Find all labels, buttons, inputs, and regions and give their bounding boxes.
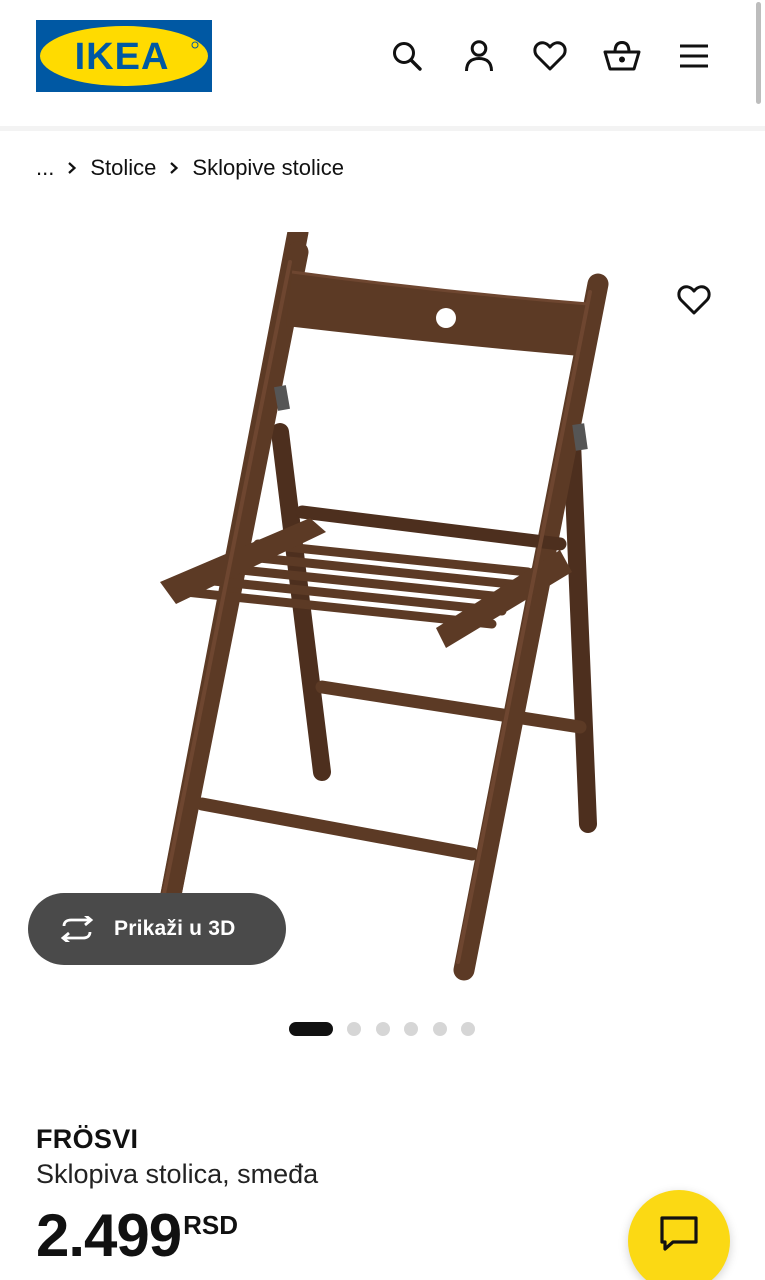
chat-button[interactable] [628,1190,730,1280]
account-icon[interactable] [459,36,499,76]
carousel-dot[interactable] [461,1022,475,1036]
price-amount: 2.499 [36,1202,182,1269]
rotate-3d-icon [58,914,98,944]
breadcrumb-ellipsis[interactable]: ... [36,155,54,181]
view-in-3d-label: Prikaži u 3D [114,917,236,940]
search-icon[interactable] [387,36,427,76]
price-currency: RSD [183,1210,239,1240]
breadcrumb-item-sklopive-stolice[interactable]: Sklopive stolice [192,155,344,181]
view-in-3d-button[interactable]: Prikaži u 3D [28,893,286,965]
carousel-dot[interactable] [375,1022,390,1036]
product-image[interactable] [140,221,620,992]
carousel-dot[interactable] [404,1022,418,1036]
carousel-indicator [289,1021,490,1037]
product-name: FRÖSVI [36,1124,139,1154]
carousel-dot[interactable] [432,1022,447,1036]
product-price: 2.499 RSD [36,1200,238,1272]
shopping-basket-icon[interactable] [602,36,642,76]
add-to-wishlist-heart-icon[interactable] [672,280,716,320]
carousel-dot-active[interactable] [289,1022,333,1036]
chat-bubble-icon [659,1215,699,1258]
chevron-right-icon [54,161,90,175]
page-scrollbar[interactable] [756,2,761,104]
menu-icon[interactable] [674,36,714,76]
site-header: IKEA [0,0,765,128]
header-divider [0,126,765,131]
svg-text:IKEA: IKEA [75,36,170,78]
carousel-dot[interactable] [347,1022,361,1036]
breadcrumb: ... Stolice Sklopive stolice [36,152,344,184]
chevron-right-icon [156,161,192,175]
product-description: Sklopiva stolica, smeđa [36,1159,319,1189]
breadcrumb-item-stolice[interactable]: Stolice [90,155,156,181]
ikea-logo[interactable]: IKEA [36,20,212,92]
wishlist-heart-icon[interactable] [530,36,570,76]
